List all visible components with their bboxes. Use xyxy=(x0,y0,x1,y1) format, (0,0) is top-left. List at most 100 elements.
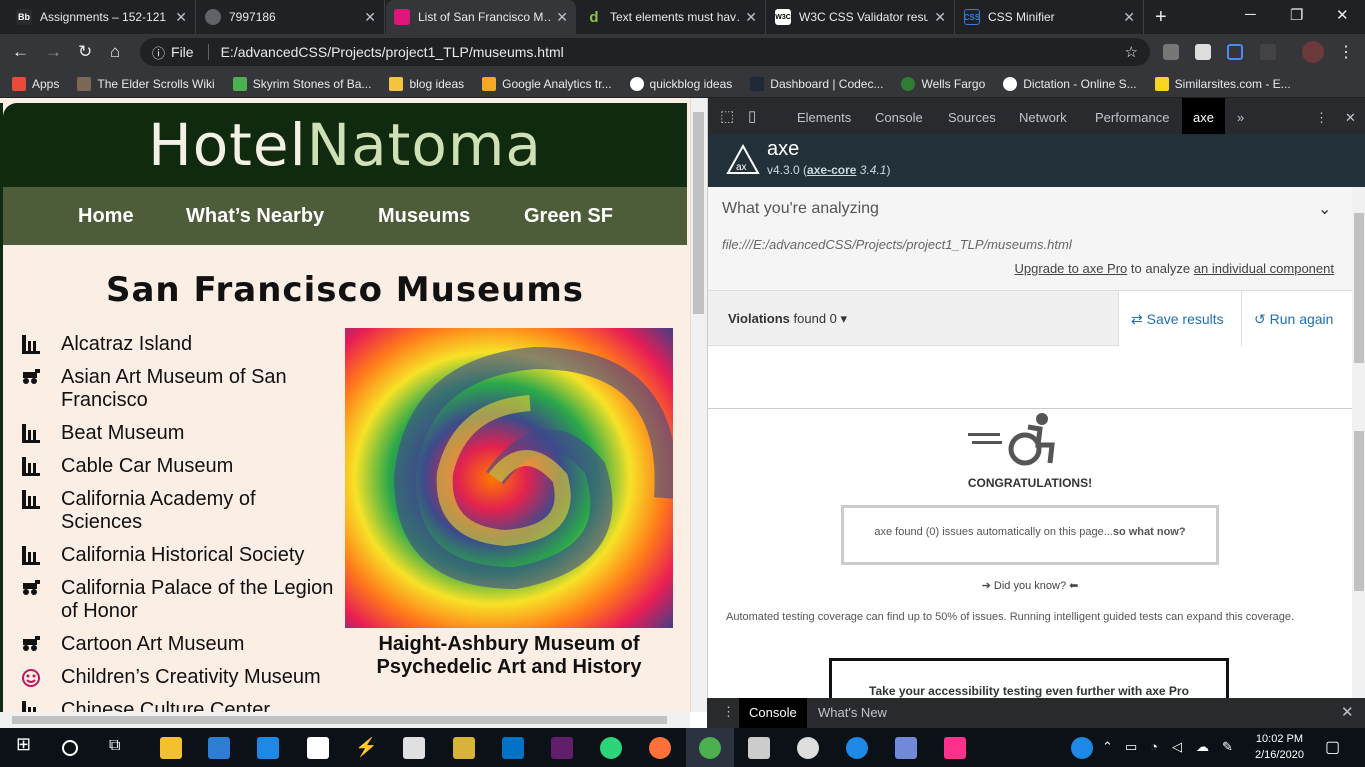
museum-item[interactable]: Asian Art Museum of San Francisco xyxy=(20,366,340,412)
bookmark-dictation[interactable]: Dictation - Online S... xyxy=(1003,76,1137,91)
wifi-icon[interactable]: ◔ xyxy=(1150,739,1172,761)
bookmark-analytics[interactable]: Google Analytics tr... xyxy=(482,76,612,91)
file-explorer-icon[interactable] xyxy=(160,737,182,759)
bookmark-star-icon[interactable]: ☆ xyxy=(1125,43,1138,61)
volume-icon[interactable]: ◁ xyxy=(1172,739,1194,761)
bookmark-codecademy[interactable]: Dashboard | Codec... xyxy=(750,76,883,91)
extension-icon[interactable] xyxy=(1163,44,1179,60)
bookmark-wells-fargo[interactable]: Wells Fargo xyxy=(901,76,985,91)
axe-extension-icon[interactable] xyxy=(1227,44,1243,60)
museum-item[interactable]: California Palace of the Legion of Honor xyxy=(20,577,340,623)
museum-item[interactable]: Alcatraz Island xyxy=(20,333,340,356)
museum-item[interactable]: California Academy of Sciences xyxy=(20,488,340,534)
info-icon[interactable]: ⓘ xyxy=(152,43,165,62)
intellij-icon[interactable] xyxy=(944,737,966,759)
drawer-menu-icon[interactable]: ⋮ xyxy=(722,704,735,720)
device-toggle-icon[interactable]: ▯ xyxy=(748,107,756,125)
windows-start-icon[interactable]: ⊞ xyxy=(16,734,38,756)
axe-core-link[interactable]: axe-core xyxy=(807,163,856,177)
home-icon[interactable]: ⌂ xyxy=(110,42,120,62)
address-bar[interactable]: ⓘ File E:/advancedCSS/Projects/project1_… xyxy=(140,38,1150,66)
close-tab-icon[interactable]: ✕ xyxy=(1123,9,1135,26)
store-icon[interactable] xyxy=(208,737,230,759)
mail-icon[interactable] xyxy=(403,737,425,759)
url-text[interactable]: E:/advancedCSS/Projects/project1_TLP/mus… xyxy=(221,44,564,60)
nav-whats-nearby[interactable]: What’s Nearby xyxy=(186,205,324,228)
hotel-logo[interactable]: HotelNatoma xyxy=(148,111,542,179)
component-link[interactable]: an individual component xyxy=(1194,261,1334,276)
close-tab-icon[interactable]: ✕ xyxy=(175,9,187,26)
tab-elements[interactable]: Elements xyxy=(797,110,851,125)
window-close-icon[interactable]: ✕ xyxy=(1336,6,1349,24)
nav-home[interactable]: Home xyxy=(78,205,134,228)
museum-item[interactable]: Chinese Culture Center xyxy=(20,699,340,712)
tray-chevron-icon[interactable]: ⌃ xyxy=(1102,739,1124,761)
nav-green-sf[interactable]: Green SF xyxy=(524,205,613,228)
amazon-icon[interactable] xyxy=(307,737,329,759)
discord-icon[interactable] xyxy=(895,737,917,759)
onedrive-icon[interactable]: ☁ xyxy=(1196,739,1218,761)
close-tab-icon[interactable]: ✕ xyxy=(934,9,946,26)
extension-icon[interactable] xyxy=(1260,44,1276,60)
museum-item[interactable]: Cartoon Art Museum xyxy=(20,633,340,656)
close-tab-icon[interactable]: ✕ xyxy=(745,9,757,26)
close-tab-icon[interactable]: ✕ xyxy=(556,9,568,26)
save-results-button[interactable]: ⇄ Save results xyxy=(1118,291,1242,346)
chevron-down-icon[interactable]: ⌄ xyxy=(1318,199,1331,219)
inspect-icon[interactable]: ⬚ xyxy=(720,107,734,125)
devtools-menu-icon[interactable]: ⋮ xyxy=(1315,110,1328,126)
new-tab-button[interactable]: + xyxy=(1155,6,1167,29)
violations-dropdown[interactable]: Violations found 0 ▾ xyxy=(728,311,847,327)
tab-assignments[interactable]: Bb Assignments – 152-121 ✕ xyxy=(8,0,196,34)
menu-icon[interactable]: ⋮ xyxy=(1338,42,1354,62)
museum-item[interactable]: Cable Car Museum xyxy=(20,455,340,478)
task-view-icon[interactable]: ⧉ xyxy=(109,737,131,759)
app-icon[interactable] xyxy=(797,737,819,759)
museum-item[interactable]: California Historical Society xyxy=(20,544,340,567)
bookmark-elder-scrolls[interactable]: The Elder Scrolls Wiki xyxy=(77,76,215,91)
bookmark-quickblog[interactable]: quickblog ideas xyxy=(629,76,732,91)
drawer-tab-console[interactable]: Console xyxy=(739,698,807,728)
outlook-icon[interactable] xyxy=(502,737,524,759)
devtools-scroll-thumb[interactable] xyxy=(1354,213,1364,363)
chrome-icon[interactable] xyxy=(699,737,721,759)
close-tab-icon[interactable]: ✕ xyxy=(364,9,376,26)
museum-item[interactable]: Beat Museum xyxy=(20,422,340,445)
restore-icon[interactable]: ❐ xyxy=(1290,6,1303,24)
firefox-icon[interactable] xyxy=(649,737,671,759)
page-scroll-thumb[interactable] xyxy=(693,112,704,314)
tab-sources[interactable]: Sources xyxy=(948,110,996,125)
help-icon[interactable] xyxy=(1071,737,1093,759)
calculator-icon[interactable] xyxy=(748,737,770,759)
avatar[interactable] xyxy=(1302,41,1324,63)
dropbox-icon[interactable] xyxy=(257,737,279,759)
devtools-scroll-thumb[interactable] xyxy=(1354,431,1364,591)
tab-text-elements[interactable]: d Text elements must hav… ✕ xyxy=(578,0,766,34)
pencil-icon[interactable] xyxy=(453,737,475,759)
atom-icon[interactable] xyxy=(600,737,622,759)
back-icon[interactable]: ← xyxy=(12,42,29,62)
reload-icon[interactable]: ↻ xyxy=(78,42,92,62)
bookmark-similarsites[interactable]: Similarsites.com - E... xyxy=(1154,76,1291,91)
notifications-icon[interactable]: ▢ xyxy=(1325,737,1347,759)
clock[interactable]: 10:02 PM 2/16/2020 xyxy=(1255,731,1304,763)
slack-icon[interactable] xyxy=(551,737,573,759)
tab-sf-museums[interactable]: List of San Francisco M… ✕ xyxy=(386,0,576,34)
extension-icon[interactable] xyxy=(1195,44,1211,60)
nav-museums[interactable]: Museums xyxy=(378,205,470,228)
bookmark-blog-ideas[interactable]: blog ideas xyxy=(389,76,464,91)
drawer-tab-whats-new[interactable]: What's New xyxy=(818,705,887,720)
upgrade-link[interactable]: Upgrade to axe Pro xyxy=(1015,261,1128,276)
minimize-icon[interactable]: ─ xyxy=(1245,6,1256,23)
battery-icon[interactable]: ▭ xyxy=(1125,739,1147,761)
drawer-close-icon[interactable]: ✕ xyxy=(1341,703,1354,721)
bolt-icon[interactable]: ⚡ xyxy=(355,737,377,759)
search-icon[interactable] xyxy=(62,740,78,756)
museum-item[interactable]: Children’s Creativity Museum xyxy=(20,666,340,689)
tab-performance[interactable]: Performance xyxy=(1095,110,1169,125)
forward-icon[interactable]: → xyxy=(45,42,62,62)
pen-icon[interactable]: ✎ xyxy=(1222,739,1244,761)
bookmark-skyrim[interactable]: Skyrim Stones of Ba... xyxy=(232,76,371,91)
edge-icon[interactable] xyxy=(846,737,868,759)
tab-7997186[interactable]: 7997186 ✕ xyxy=(197,0,385,34)
